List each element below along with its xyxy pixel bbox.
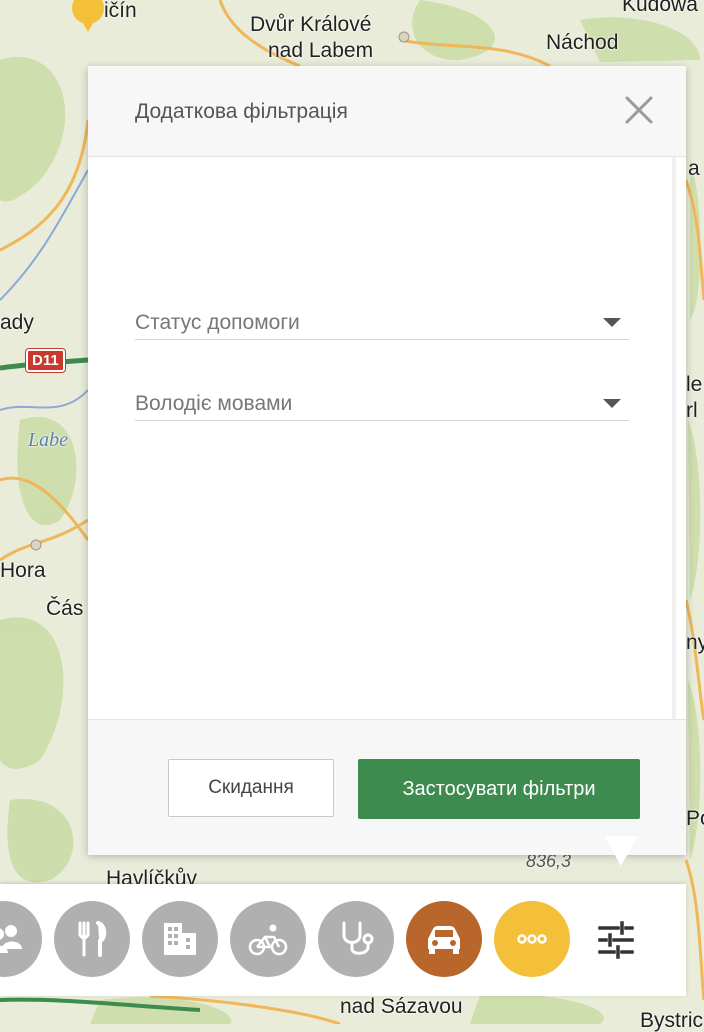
map-label-bystric: Bystric <box>640 1009 703 1032</box>
chevron-down-icon <box>603 318 621 327</box>
map-label-dvur-kralove: Dvůr Králové <box>250 13 372 36</box>
dialog-pointer <box>604 836 638 866</box>
bicycle-icon <box>248 924 288 956</box>
category-people-button[interactable] <box>0 901 42 977</box>
close-icon <box>625 96 653 124</box>
help-status-label: Статус допомоги <box>135 311 300 334</box>
languages-select[interactable]: Володіє мовами <box>135 374 629 421</box>
map-label-right-a: a <box>688 157 700 180</box>
map-label-nad-sazavou: nad Sázavou <box>340 995 463 1018</box>
map-label-right-ny: ny <box>686 631 704 654</box>
close-button[interactable] <box>621 92 657 128</box>
apply-filters-button[interactable]: Застосувати фільтри <box>358 759 640 819</box>
category-medical-button[interactable] <box>318 901 394 977</box>
map-label-kudowa: Kudowa <box>622 0 698 16</box>
map-label-labe: Labe <box>28 429 68 451</box>
map-label-hora: Hora <box>0 559 46 582</box>
car-icon <box>428 926 460 954</box>
map-label-nad-labem: nad Labem <box>268 39 374 62</box>
category-bicycle-button[interactable] <box>230 901 306 977</box>
food-icon <box>78 921 107 957</box>
help-status-select[interactable]: Статус допомоги <box>135 293 629 340</box>
map-label-right-po: Po <box>686 807 704 830</box>
filter-settings-button[interactable] <box>594 918 638 962</box>
more-icon <box>517 934 547 944</box>
category-housing-button[interactable] <box>142 901 218 977</box>
people-icon <box>0 925 22 953</box>
chevron-down-icon <box>603 399 621 408</box>
building-icon <box>164 923 196 955</box>
dialog-footer: Скидання Застосувати фільтри <box>88 719 686 855</box>
filter-sliders-icon <box>598 921 634 959</box>
scrollbar[interactable] <box>672 157 676 719</box>
category-more-button[interactable] <box>494 901 570 977</box>
map-label-rady: ady <box>0 311 34 334</box>
languages-label: Володіє мовами <box>135 392 293 415</box>
category-toolbar <box>0 884 686 996</box>
stethoscope-icon <box>342 921 374 955</box>
additional-filter-dialog: Додаткова фільтрація Статус допомоги Вол… <box>88 66 686 855</box>
dialog-header: Додаткова фільтрація <box>88 66 686 157</box>
dialog-title: Додаткова фільтрація <box>135 100 348 123</box>
category-transport-button[interactable] <box>406 901 482 977</box>
map-label-right-rl: rl <box>686 399 698 422</box>
category-food-button[interactable] <box>54 901 130 977</box>
map-label-cas: Čás <box>46 597 84 620</box>
map-label-nachod: Náchod <box>546 31 619 54</box>
reset-button[interactable]: Скидання <box>168 759 334 817</box>
road-sign-d11: D11 <box>26 349 65 372</box>
dialog-body: Статус допомоги Володіє мовами <box>88 157 686 719</box>
map-label-jicin: ičín <box>104 0 137 22</box>
map-label-right-le: le <box>686 373 703 396</box>
